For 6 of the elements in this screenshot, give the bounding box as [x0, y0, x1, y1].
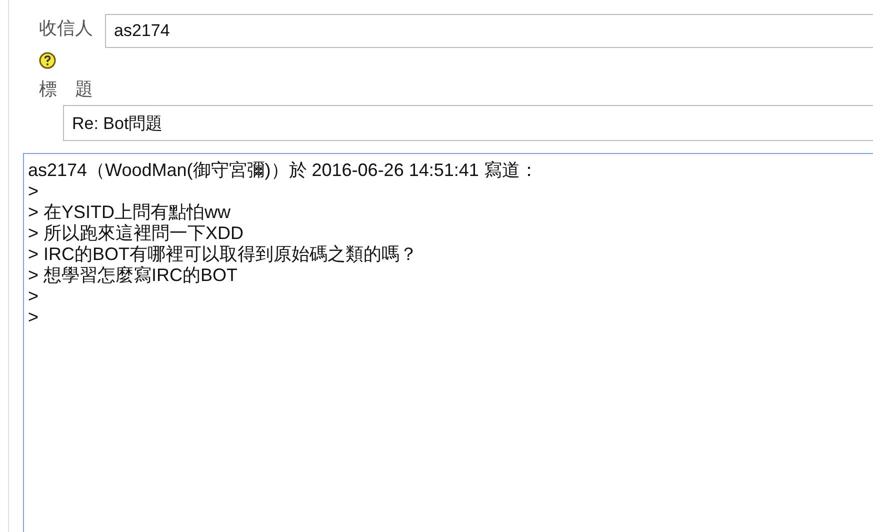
message-field[interactable]: as2174（WoodMan(御守宮彌)）於 2016-06-26 14:51:41 寫道： > > 在YSITD上問有點怕ww > 所以跑來這裡問一下XDD > IRC的BOT有哪裡可以取得到原始碼之類的嗎？ > 想學習怎麼寫IRC的BOT > > [23, 153, 873, 532]
recipient-label: 收信人 [39, 17, 93, 41]
recipient-field[interactable]: as2174 [105, 14, 873, 48]
help-icon[interactable] [39, 52, 56, 69]
subject-label: 標 題 [39, 78, 93, 102]
subject-field[interactable]: Re: Bot問題 [63, 105, 873, 141]
